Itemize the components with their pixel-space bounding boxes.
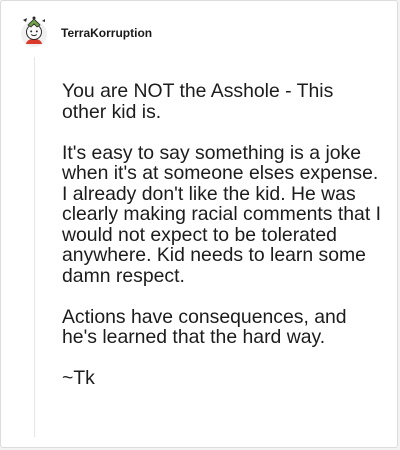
comment-paragraph: ~Tk: [62, 367, 95, 389]
thread-line[interactable]: [34, 57, 35, 437]
comment-author[interactable]: TerraKorruption: [61, 26, 152, 40]
comment-paragraph: Actions have consequences, and he's lear…: [62, 305, 347, 348]
comment-paragraph: You are NOT the Asshole - This other kid…: [62, 80, 334, 123]
comment-header: TerraKorruption: [19, 15, 152, 51]
comment-body: You are NOT the Asshole - This other kid…: [62, 81, 382, 389]
comment-paragraph: It's easy to say something is a joke whe…: [62, 141, 381, 287]
comment-card: TerraKorruption You are NOT the Asshole …: [0, 0, 398, 448]
snoo-avatar-icon[interactable]: [19, 15, 49, 51]
